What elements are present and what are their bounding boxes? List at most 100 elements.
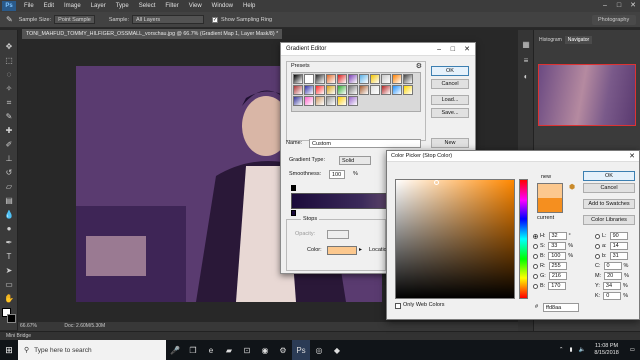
channel-radio[interactable] [595,233,600,239]
channel-value-field[interactable]: 0 [603,292,622,300]
background-color-swatch[interactable] [7,314,16,323]
opacity-stop-left[interactable] [291,185,296,191]
name-field[interactable]: Custom [309,139,421,148]
document-tab[interactable]: TONI_MAHFUD_TOMMY_HILFIGER_OSSMALL_vorsc… [22,29,282,39]
store-icon[interactable]: ⊡ [238,340,256,360]
channel-radio[interactable] [595,253,600,259]
minimize-icon[interactable]: – [598,0,612,12]
channel-radio[interactable] [533,253,538,259]
channel-value-field[interactable]: 20 [604,272,623,280]
menu-item-file[interactable]: File [19,3,39,9]
gradient-tool-icon[interactable]: ▤ [4,196,14,206]
color-libraries-button[interactable]: Color Libraries [583,215,635,225]
preset-swatch[interactable] [392,85,402,95]
chevron-right-icon[interactable]: ▸ [359,246,362,253]
menu-item-help[interactable]: Help [238,3,260,9]
menu-item-window[interactable]: Window [207,3,238,9]
preset-swatch[interactable] [403,85,413,95]
preset-swatch[interactable] [304,85,314,95]
channel-value-field[interactable]: 90 [609,232,628,240]
sample-size-select[interactable]: Point Sample [54,15,95,24]
channel-value-field[interactable]: 0 [603,262,622,270]
workspace-switcher[interactable]: Photography [592,15,636,25]
volume-icon[interactable]: 🔈 [578,347,585,353]
warning-cube-icon[interactable]: ⬢ [569,183,575,191]
properties-panel-icon[interactable]: ≡ [521,56,531,66]
windows-start-icon[interactable]: ⊞ [0,340,18,360]
preset-swatch[interactable] [348,74,358,84]
preset-swatch[interactable] [337,96,347,106]
mini-bridge-tab[interactable]: Mini Bridge [0,331,640,340]
marquee-tool-icon[interactable]: ⬚ [4,56,14,66]
ok-button[interactable]: OK [431,66,469,76]
preset-swatch[interactable] [403,74,413,84]
preset-swatch[interactable] [315,74,325,84]
opacity-field[interactable] [327,230,349,239]
dodge-tool-icon[interactable]: ● [4,224,14,234]
preset-swatch[interactable] [293,85,303,95]
channel-value-field[interactable]: 255 [548,262,567,270]
edge-icon[interactable]: e [202,340,220,360]
only-web-colors-checkbox[interactable] [395,303,401,309]
channel-radio[interactable] [533,283,538,289]
color-field-marker[interactable] [434,180,439,185]
history-panel-icon[interactable]: ▦ [521,40,531,50]
load-button[interactable]: Load... [431,95,469,105]
preset-swatch[interactable] [348,85,358,95]
smoothness-field[interactable]: 100 [329,170,345,179]
preset-swatch[interactable] [392,74,402,84]
close-icon[interactable]: ✕ [626,0,640,12]
settings-gear-icon[interactable]: ⚙ [274,340,292,360]
channel-value-field[interactable]: 31 [609,252,628,260]
microphone-icon[interactable]: 🎤 [166,340,184,360]
lasso-tool-icon[interactable]: ◌ [4,70,14,80]
color-stop-left[interactable] [291,210,296,216]
shape-tool-icon[interactable]: ▭ [4,280,14,290]
stop-color-swatch[interactable] [327,246,357,255]
channel-radio[interactable] [533,233,538,239]
adjustments-panel-icon[interactable]: ◐ [521,72,531,82]
preset-swatch[interactable] [337,85,347,95]
maximize-icon[interactable]: □ [451,43,455,56]
preset-swatch[interactable] [359,74,369,84]
preset-swatch[interactable] [304,96,314,106]
minimize-icon[interactable]: – [437,43,441,56]
brush-tool-icon[interactable]: ✐ [4,140,14,150]
clock[interactable]: 11:08 PM 8/15/2018 [594,343,618,357]
network-icon[interactable]: ▮ [569,347,572,353]
notifications-icon[interactable]: ▭ [630,347,635,353]
history-brush-icon[interactable]: ↺ [4,168,14,178]
close-icon[interactable]: ✕ [629,151,635,162]
file-explorer-icon[interactable]: ▰ [220,340,238,360]
zoom-level[interactable]: 66.67% [20,323,37,329]
menu-item-filter[interactable]: Filter [160,3,183,9]
healing-tool-icon[interactable]: ✚ [4,126,14,136]
save-button[interactable]: Save... [431,108,469,118]
preset-swatch[interactable] [337,74,347,84]
channel-radio[interactable] [533,243,538,249]
menu-item-view[interactable]: View [184,3,207,9]
preset-swatch[interactable] [326,85,336,95]
show-ring-checkbox[interactable]: ✓ [212,16,219,23]
channel-radio[interactable] [533,273,538,279]
preset-swatch[interactable] [326,96,336,106]
maximize-icon[interactable]: □ [612,0,626,12]
menu-item-edit[interactable]: Edit [39,3,59,9]
close-icon[interactable]: ✕ [464,43,470,56]
preset-swatch[interactable] [381,85,391,95]
navigator-thumbnail[interactable] [538,64,636,126]
channel-value-field[interactable]: 216 [548,272,567,280]
ok-button[interactable]: OK [583,171,635,181]
color-field[interactable] [395,179,515,299]
add-to-swatches-button[interactable]: Add to Swatches [583,199,635,209]
cancel-button[interactable]: Cancel [583,183,635,193]
current-color-swatch[interactable] [537,198,563,213]
preset-swatch[interactable] [315,85,325,95]
crop-tool-icon[interactable]: ⌗ [4,98,14,108]
tab-navigator[interactable]: Navigator [564,36,593,44]
new-button[interactable]: New [431,138,469,148]
hand-tool-icon[interactable]: ✋ [4,294,14,304]
tab-histogram[interactable]: Histogram [536,36,565,44]
quick-select-tool-icon[interactable]: ✧ [4,84,14,94]
channel-value-field[interactable]: 32 [548,232,567,240]
